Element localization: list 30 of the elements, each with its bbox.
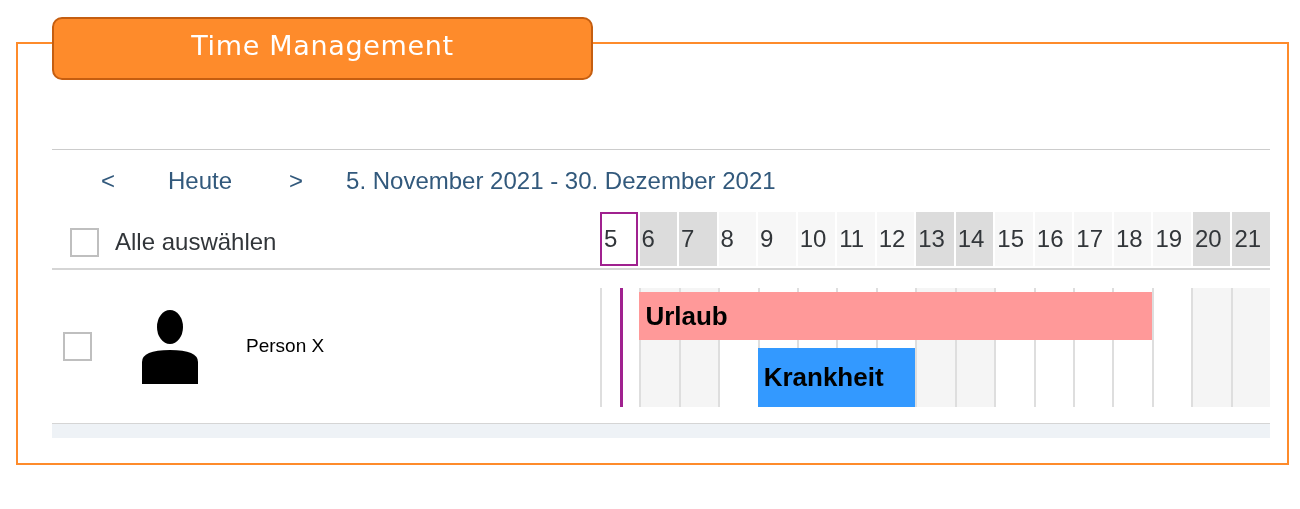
day-header: 9 <box>758 212 796 266</box>
day-header: 14 <box>955 212 994 266</box>
day-header: 12 <box>876 212 915 266</box>
today-button[interactable]: Heute <box>168 163 233 199</box>
absence-label: Urlaub <box>645 299 728 333</box>
day-header: 16 <box>1034 212 1073 266</box>
next-button[interactable]: > <box>284 163 309 199</box>
checkbox[interactable] <box>70 227 99 257</box>
day-header: 10 <box>797 212 836 266</box>
day-header: 15 <box>995 212 1033 266</box>
day-header: 18 <box>1113 212 1152 266</box>
day-header: 5 <box>600 212 638 266</box>
date-range: 5. November 2021 - 30. Dezember 2021 <box>346 166 776 196</box>
day-header: 7 <box>679 212 717 266</box>
day-header: 6 <box>639 212 678 266</box>
person-icon <box>142 309 198 384</box>
checkbox[interactable] <box>63 332 92 361</box>
absence-label: Krankheit <box>763 361 884 394</box>
day-header: 8 <box>718 212 757 266</box>
day-header: 21 <box>1232 212 1270 266</box>
person-name: Person X <box>246 334 325 359</box>
absence-bar[interactable]: Krankheit <box>757 348 916 407</box>
day-header: 20 <box>1192 212 1231 266</box>
absence-bar[interactable]: Urlaub <box>639 292 1152 340</box>
select-all-label: Alle auswählen <box>115 227 277 257</box>
day-header: 17 <box>1074 212 1112 266</box>
day-header: 13 <box>916 212 954 266</box>
previous-button[interactable]: < <box>96 163 120 199</box>
day-header: 11 <box>837 212 875 266</box>
day-header: 19 <box>1153 212 1191 266</box>
